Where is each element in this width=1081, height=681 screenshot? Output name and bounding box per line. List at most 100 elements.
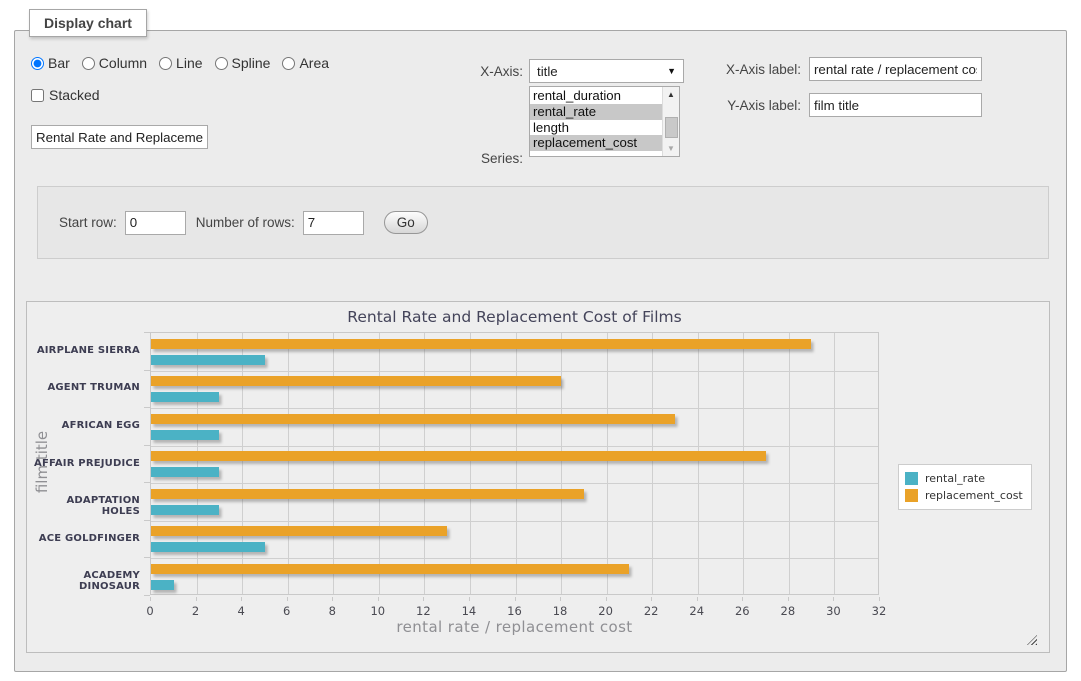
- x-tick-label: 16: [495, 604, 535, 618]
- x-tick-label: 28: [768, 604, 808, 618]
- x-tick-label: 2: [176, 604, 216, 618]
- column-radio-label: Column: [99, 55, 147, 71]
- stacked-checkbox[interactable]: [31, 89, 44, 102]
- x-axis-tick: [560, 597, 561, 601]
- gridline: [151, 408, 878, 409]
- bar-rental_rate: [151, 430, 219, 440]
- series-scrollbar[interactable]: ▲ ▼: [662, 87, 679, 156]
- spline-radio-label: Spline: [232, 55, 271, 71]
- bar-replacement_cost: [151, 489, 584, 499]
- bar-replacement_cost: [151, 376, 561, 386]
- x-tick-label: 18: [540, 604, 580, 618]
- chart-type-option-area[interactable]: Area: [282, 55, 329, 71]
- x-tick-label: 8: [312, 604, 352, 618]
- gridline: [424, 333, 425, 594]
- series-option[interactable]: length: [530, 120, 662, 136]
- scroll-up-icon[interactable]: ▲: [663, 87, 680, 102]
- x-axis-label-input[interactable]: [809, 57, 982, 81]
- chart-type-option-bar[interactable]: Bar: [31, 55, 70, 71]
- x-tick-label: 14: [449, 604, 489, 618]
- chart-title-input[interactable]: [31, 125, 208, 149]
- bar-rental_rate: [151, 392, 219, 402]
- fieldset-legend: Display chart: [29, 9, 147, 37]
- y-axis-tick: [144, 332, 150, 333]
- gridline: [151, 558, 878, 559]
- y-axis-label-label: Y-Axis label:: [715, 98, 801, 113]
- gridline: [151, 483, 878, 484]
- x-tick-label: 12: [403, 604, 443, 618]
- gridline: [789, 333, 790, 594]
- page: Display chart Bar Column Line Spline Are…: [0, 0, 1081, 681]
- chart-container: Rental Rate and Replacement Cost of Film…: [26, 301, 1050, 653]
- category-label: AGENT TRUMAN: [27, 382, 140, 393]
- chart-title: Rental Rate and Replacement Cost of Film…: [150, 308, 879, 326]
- chart-legend: rental_rate replacement_cost: [898, 464, 1032, 510]
- x-tick-label: 26: [722, 604, 762, 618]
- bar-radio[interactable]: [31, 57, 44, 70]
- y-axis-tick: [144, 370, 150, 371]
- resize-handle-icon[interactable]: [1027, 635, 1037, 645]
- x-tick-label: 20: [586, 604, 626, 618]
- y-axis-tick: [144, 482, 150, 483]
- x-axis-tick: [150, 597, 151, 601]
- scroll-down-icon[interactable]: ▼: [663, 141, 680, 156]
- bar-rental_rate: [151, 542, 265, 552]
- num-rows-input[interactable]: [303, 211, 364, 235]
- chart-type-option-line[interactable]: Line: [159, 55, 202, 71]
- x-axis-selected-value: title: [537, 64, 558, 79]
- gridline: [607, 333, 608, 594]
- series-option[interactable]: replacement_cost: [530, 135, 662, 151]
- legend-swatch-rental_rate: [905, 472, 918, 485]
- gridline: [151, 371, 878, 372]
- bar-rental_rate: [151, 505, 219, 515]
- x-axis-tick: [742, 597, 743, 601]
- start-row-input[interactable]: [125, 211, 186, 235]
- x-axis-tick: [833, 597, 834, 601]
- area-radio[interactable]: [282, 57, 295, 70]
- start-row-label: Start row:: [59, 215, 117, 230]
- legend-label: rental_rate: [925, 472, 985, 485]
- x-axis-label-label: X-Axis label:: [715, 62, 801, 77]
- rows-panel: Start row: Number of rows: Go: [37, 186, 1049, 259]
- gridline: [743, 333, 744, 594]
- x-axis-tick: [423, 597, 424, 601]
- x-axis-select[interactable]: title ▼: [529, 59, 684, 83]
- area-radio-label: Area: [299, 55, 329, 71]
- scrollbar-thumb[interactable]: [665, 117, 678, 138]
- x-tick-label: 0: [130, 604, 170, 618]
- line-radio[interactable]: [159, 57, 172, 70]
- gridline: [333, 333, 334, 594]
- x-axis-tick: [879, 597, 880, 601]
- bar-replacement_cost: [151, 526, 447, 536]
- legend-label: replacement_cost: [925, 489, 1023, 502]
- bar-replacement_cost: [151, 564, 629, 574]
- x-axis-select-label: X-Axis:: [455, 64, 523, 79]
- legend-entry: replacement_cost: [905, 487, 1023, 504]
- y-axis-tick: [144, 520, 150, 521]
- bar-rental_rate: [151, 355, 265, 365]
- series-option[interactable]: rental_duration: [530, 88, 662, 104]
- stacked-option[interactable]: Stacked: [31, 87, 100, 103]
- bar-replacement_cost: [151, 451, 766, 461]
- series-listbox[interactable]: rental_duration rental_rate length repla…: [529, 86, 680, 157]
- category-label: ACADEMY DINOSAUR: [27, 570, 140, 592]
- x-axis-tick: [697, 597, 698, 601]
- chart-type-option-spline[interactable]: Spline: [215, 55, 271, 71]
- spline-radio[interactable]: [215, 57, 228, 70]
- x-axis-tick: [606, 597, 607, 601]
- chart-type-option-column[interactable]: Column: [82, 55, 147, 71]
- go-button[interactable]: Go: [384, 211, 428, 234]
- gridline: [834, 333, 835, 594]
- column-radio[interactable]: [82, 57, 95, 70]
- gridline: [151, 521, 878, 522]
- y-axis-label-input[interactable]: [809, 93, 982, 117]
- chevron-down-icon: ▼: [667, 66, 676, 76]
- y-axis-tick: [144, 595, 150, 596]
- gridline: [242, 333, 243, 594]
- y-axis-title: film title: [33, 397, 49, 527]
- x-tick-label: 6: [267, 604, 307, 618]
- gridline: [288, 333, 289, 594]
- gridline: [379, 333, 380, 594]
- series-option[interactable]: rental_rate: [530, 104, 662, 120]
- series-options: rental_duration rental_rate length repla…: [530, 87, 662, 156]
